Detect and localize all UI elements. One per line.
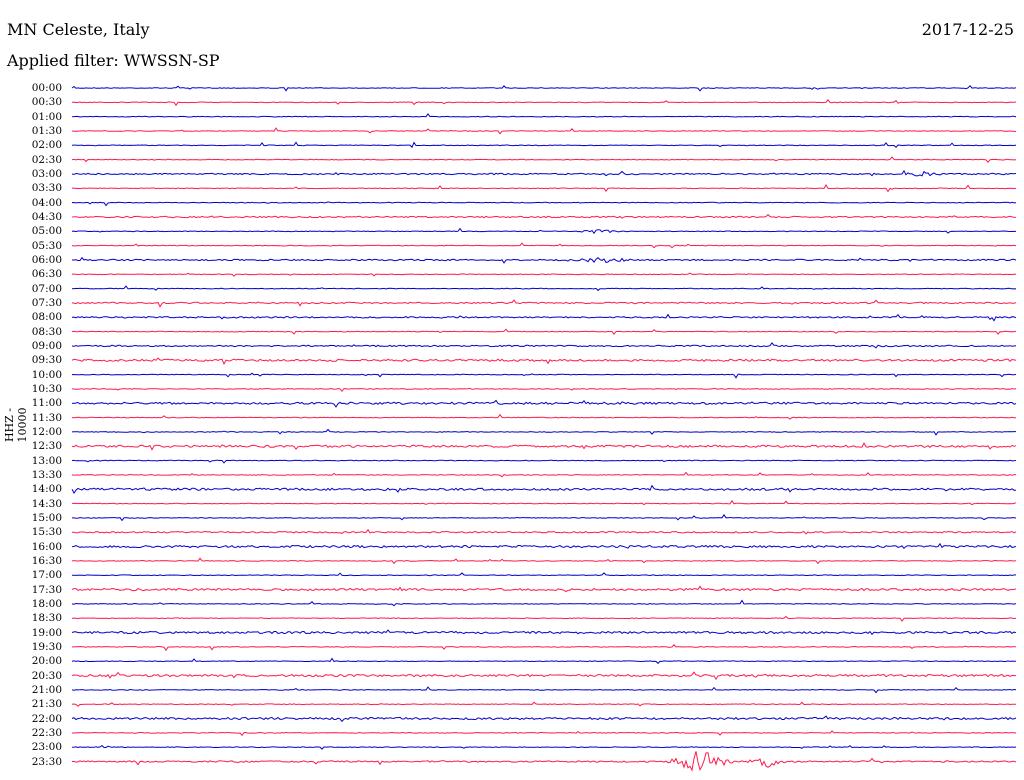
trace-line [71, 387, 1017, 392]
trace-line [71, 585, 1017, 593]
trace-line [71, 428, 1016, 436]
trace-line [71, 459, 1017, 464]
trace-line [71, 471, 1017, 478]
trace-line [71, 542, 1017, 550]
trace-line [71, 599, 1017, 607]
trace-line [71, 372, 1017, 379]
trace-line [72, 572, 1017, 577]
trace-line [71, 113, 1017, 118]
trace-line [71, 399, 1017, 408]
trace-line [71, 299, 1017, 308]
trace-line [71, 184, 1017, 193]
trace-line [71, 557, 1017, 565]
trace-line [71, 98, 1017, 107]
trace-line [71, 671, 1017, 681]
trace-line [71, 686, 1017, 694]
trace-line [71, 615, 1017, 622]
trace-line [72, 644, 1017, 652]
trace-line [71, 357, 1017, 366]
trace-line [71, 342, 1017, 349]
trace-line [71, 657, 1017, 665]
trace-line [71, 629, 1017, 636]
trace-line [71, 169, 1017, 177]
trace-line [71, 227, 1016, 235]
trace-line [71, 328, 1017, 336]
trace-line [71, 272, 1017, 277]
trace-line [71, 285, 1017, 292]
trace-line [71, 484, 1016, 494]
trace-line [71, 141, 1017, 149]
seismogram-plot [71, 84, 1017, 772]
trace-line [72, 256, 1017, 264]
trace-line [72, 528, 1017, 535]
trace-line [71, 499, 1017, 506]
trace-line [71, 127, 1017, 135]
trace-line [72, 513, 1017, 522]
trace-line [71, 744, 1017, 750]
trace-line [71, 442, 1017, 451]
trace-line [71, 730, 1017, 737]
trace-line [71, 156, 1017, 163]
trace-line [71, 751, 1017, 772]
trace-line [71, 213, 1017, 219]
trace-line [71, 413, 1017, 420]
trace-line [71, 715, 1017, 723]
trace-line [71, 701, 1017, 707]
trace-line [71, 313, 1017, 322]
trace-line [71, 201, 1017, 207]
trace-line [71, 84, 1017, 92]
trace-line [71, 242, 1017, 249]
